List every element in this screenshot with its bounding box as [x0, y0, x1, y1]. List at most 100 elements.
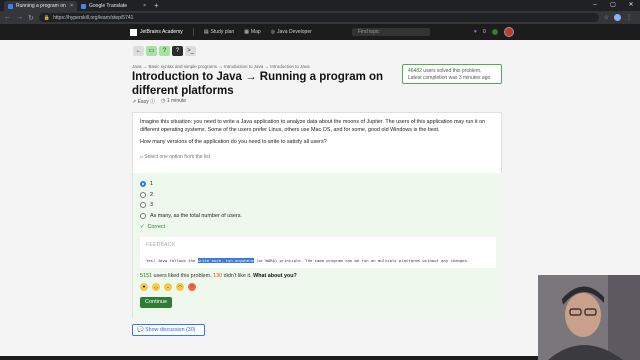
- option-3[interactable]: 3: [133, 200, 503, 211]
- sad-emoji-icon[interactable]: ◠: [176, 283, 184, 291]
- back-button[interactable]: ←: [133, 46, 144, 56]
- maximize-icon[interactable]: ▢: [604, 0, 622, 11]
- gem-icon: ♥: [474, 29, 477, 35]
- answer-panel: 1 2 3 As many, as the total number of us…: [133, 173, 503, 319]
- option-label: 3: [150, 202, 153, 209]
- nav-map[interactable]: ▦ Map: [244, 29, 260, 35]
- window-controls: – ▢ ✕: [586, 0, 640, 11]
- difficulty-text: Easy: [137, 99, 149, 105]
- nav-label: Study plan: [210, 29, 235, 35]
- forward-icon[interactable]: →: [16, 14, 23, 21]
- current-step-button[interactable]: ?: [172, 46, 183, 56]
- avatar[interactable]: [503, 27, 514, 37]
- discussion-label: Show discussion (30): [145, 327, 196, 333]
- difficulty-badge: ↗ Easy ⓘ: [132, 99, 156, 105]
- solved-text: users solved this problem.: [423, 68, 482, 74]
- angry-emoji-icon[interactable]: ◠: [188, 283, 196, 291]
- solved-count: 46482: [408, 68, 422, 74]
- nav-study-plan[interactable]: ▤ Study plan: [204, 29, 234, 35]
- result-status: ✓ Correct: [133, 224, 503, 230]
- comment-icon: 💬: [137, 327, 144, 333]
- lock-icon: 🔒: [43, 14, 51, 21]
- hint-label: Select one option from the list: [144, 153, 211, 160]
- rating-emojis: ♥ ◡ – ◠ ◠: [133, 279, 503, 295]
- hyperskill-favicon-icon: [8, 3, 13, 9]
- jetbrains-academy-logo[interactable]: JetBrains Academy: [130, 28, 183, 36]
- notification-icon[interactable]: [491, 29, 498, 35]
- new-tab-icon[interactable]: +: [154, 1, 159, 11]
- time-text: 1 minute: [166, 98, 187, 104]
- reload-icon[interactable]: ↻: [28, 14, 34, 22]
- liked-count: 5151: [140, 273, 152, 279]
- option-1[interactable]: 1: [133, 179, 503, 190]
- check-icon: ✓: [140, 224, 145, 230]
- feedback-highlight: write once, run anywhere: [197, 258, 254, 263]
- question-prompt: How many versions of the application do …: [140, 139, 327, 145]
- study-plan-icon: ▤: [203, 29, 209, 35]
- theory-button[interactable]: ▭: [146, 46, 157, 56]
- radio-selected-icon[interactable]: [140, 181, 146, 188]
- question-text: Imagine this situation: you need to writ…: [133, 113, 501, 147]
- step-toolbar: ← ▭ ? ? >_: [133, 46, 196, 56]
- feedback-before: Yes! Java follows the: [146, 258, 198, 263]
- rating-question: What about you?: [253, 273, 297, 279]
- step-meta: ↗ Easy ⓘ ◷ 1 minute: [132, 98, 186, 105]
- option-2[interactable]: 2: [133, 190, 503, 201]
- browser-toolbar: ← → ↻ 🔒 https://hyperskill.org/learn/ste…: [0, 11, 640, 24]
- site-header: JetBrains Academy ▤ Study plan ▦ Map ◎ Java…: [0, 24, 640, 40]
- hint-text: ⤶ Select one option from the list: [140, 153, 211, 160]
- breadcrumb[interactable]: Java → Basic syntax and simple programs …: [132, 64, 310, 69]
- solved-stats-box: 46482 users solved this problem. Latest …: [402, 64, 502, 84]
- step-button[interactable]: ?: [159, 46, 170, 56]
- option-label: As many, as the total number of users.: [150, 212, 242, 219]
- profile-icon[interactable]: [614, 14, 621, 21]
- gem-count: 0: [482, 29, 486, 35]
- likes-summary: 5151 users liked this problem. 130 didn'…: [133, 268, 503, 279]
- close-tab-icon[interactable]: ×: [143, 3, 146, 9]
- tab-title: Running a program on differe...: [16, 3, 67, 9]
- tab-title: Google Translate: [89, 3, 128, 9]
- radio-icon[interactable]: [140, 191, 146, 198]
- radio-icon[interactable]: [140, 212, 146, 219]
- page-title: Introduction to Java → Running a program…: [132, 71, 384, 97]
- browser-tab-active[interactable]: Running a program on differe... ×: [4, 1, 77, 11]
- continue-button[interactable]: Continue: [140, 297, 172, 308]
- menu-icon[interactable]: ⋮: [626, 14, 632, 21]
- radio-icon[interactable]: [140, 202, 146, 209]
- close-window-icon[interactable]: ✕: [622, 0, 640, 11]
- track-icon: ◎: [270, 29, 276, 35]
- star-icon[interactable]: ☆: [604, 14, 609, 21]
- option-label: 1: [150, 181, 153, 188]
- latest-completion: Latest completion was 3 minutes ago.: [408, 75, 492, 81]
- webcam-person-image: [538, 275, 640, 360]
- feedback-header: FEEDBACK: [146, 242, 176, 248]
- address-bar[interactable]: 🔒 https://hyperskill.org/learn/step/5741: [38, 13, 599, 22]
- liked-text: users liked this problem.: [153, 273, 212, 279]
- question-paragraph: Imagine this situation: you need to writ…: [140, 119, 486, 133]
- code-step-button[interactable]: >_: [185, 46, 196, 56]
- option-label: 2: [150, 191, 153, 198]
- google-translate-favicon-icon: [81, 3, 86, 9]
- nav-track[interactable]: ◎ Java Developer: [271, 29, 312, 35]
- minimize-icon[interactable]: –: [586, 0, 604, 11]
- logo-text: JetBrains Academy: [140, 29, 183, 35]
- smile-emoji-icon[interactable]: ◡: [152, 283, 160, 291]
- close-tab-icon[interactable]: ×: [70, 3, 73, 9]
- nav-label: Map: [250, 29, 261, 35]
- option-4[interactable]: As many, as the total number of users.: [133, 211, 503, 222]
- browser-tab[interactable]: Google Translate ×: [77, 1, 150, 11]
- divider: [192, 28, 194, 36]
- show-discussion-button[interactable]: 💬 Show discussion (30): [132, 324, 205, 336]
- feedback-box: FEEDBACK Yes! Java follows the write onc…: [140, 237, 496, 268]
- back-icon[interactable]: ←: [4, 14, 11, 21]
- search-input[interactable]: Find topic: [352, 28, 430, 36]
- neutral-emoji-icon[interactable]: –: [164, 283, 172, 291]
- disliked-count: 130: [213, 273, 223, 279]
- jetbrains-logo-icon: [130, 28, 137, 36]
- browser-tabstrip: Running a program on differe... × Google…: [0, 0, 640, 11]
- love-emoji-icon[interactable]: ♥: [140, 283, 148, 291]
- step-card: Imagine this situation: you need to writ…: [132, 112, 503, 319]
- browser-actions: ☆ ⋮: [604, 14, 632, 21]
- header-right: ♥ 0: [474, 27, 514, 37]
- feedback-text: Yes! Java follows the write once, run an…: [146, 258, 490, 263]
